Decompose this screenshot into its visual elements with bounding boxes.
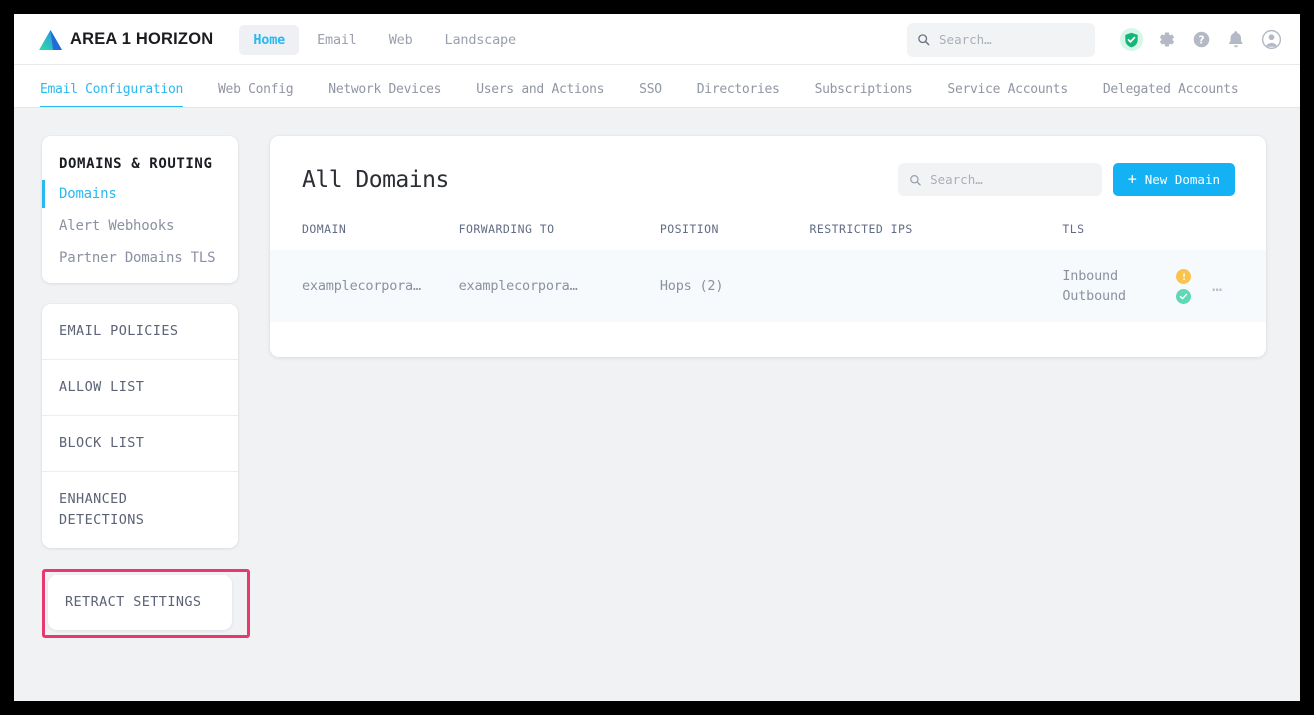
brand-name: AREA 1 HORIZON: [70, 30, 213, 49]
global-search[interactable]: [907, 23, 1095, 57]
search-icon: [909, 173, 921, 187]
forwarding-to-value: examplecorpora…: [459, 278, 619, 294]
column-header-actions: [1204, 214, 1266, 250]
help-icon: ?: [1192, 30, 1211, 49]
sidebar-item-email-policies[interactable]: EMAIL POLICIES: [42, 304, 238, 359]
column-header-domain[interactable]: DOMAIN: [270, 214, 451, 250]
domains-search[interactable]: [898, 163, 1102, 196]
check-status-icon: [1176, 289, 1191, 304]
gear-icon: [1157, 30, 1176, 49]
tab-sso[interactable]: SSO: [639, 82, 662, 108]
page-body: DOMAINS & ROUTING Domains Alert Webhooks…: [14, 108, 1300, 701]
tab-network-devices[interactable]: Network Devices: [328, 82, 441, 108]
sidebar-card-retract: RETRACT SETTINGS: [48, 575, 232, 630]
topbar-actions: ?: [907, 23, 1284, 57]
cell-row-actions: …: [1204, 250, 1266, 322]
sidebar-item-block-list[interactable]: BLOCK LIST: [42, 415, 238, 471]
sidebar-section-title-domains-routing: DOMAINS & ROUTING: [42, 136, 238, 178]
column-header-restricted-ips[interactable]: RESTRICTED IPS: [802, 214, 1055, 250]
tab-delegated-accounts[interactable]: Delegated Accounts: [1103, 82, 1238, 108]
tls-outbound-row: Outbound: [1062, 288, 1196, 304]
sidebar: DOMAINS & ROUTING Domains Alert Webhooks…: [42, 136, 238, 636]
panel-header-actions: + New Domain: [898, 163, 1235, 196]
tls-status-group: Inbound Outbound: [1062, 268, 1196, 304]
tab-users-and-actions[interactable]: Users and Actions: [476, 82, 604, 108]
panel-header: All Domains + New Domain: [270, 136, 1266, 214]
plus-icon: +: [1128, 172, 1137, 187]
domains-search-input[interactable]: [930, 172, 1091, 187]
sidebar-item-alert-webhooks[interactable]: Alert Webhooks: [42, 210, 238, 242]
column-header-forwarding-to[interactable]: FORWARDING TO: [451, 214, 652, 250]
sidebar-item-retract-settings[interactable]: RETRACT SETTINGS: [48, 575, 232, 630]
domains-table: DOMAIN FORWARDING TO POSITION RESTRICTED…: [270, 214, 1266, 322]
cell-tls: Inbound Outbound: [1054, 250, 1204, 322]
page-title: All Domains: [302, 167, 449, 193]
settings-button[interactable]: [1153, 27, 1179, 53]
account-button[interactable]: [1258, 27, 1284, 53]
tls-inbound-row: Inbound: [1062, 268, 1196, 284]
primary-nav: Home Email Web Landscape: [239, 25, 530, 55]
sidebar-item-domains[interactable]: Domains: [42, 178, 238, 210]
tab-directories[interactable]: Directories: [697, 82, 780, 108]
sidebar-card-policies: EMAIL POLICIES ALLOW LIST BLOCK LIST ENH…: [42, 304, 238, 548]
sidebar-item-enhanced-detections[interactable]: ENHANCED DETECTIONS: [42, 471, 238, 548]
tab-email-configuration[interactable]: Email Configuration: [40, 82, 183, 108]
tls-inbound-label: Inbound: [1062, 268, 1132, 284]
sidebar-item-allow-list[interactable]: ALLOW LIST: [42, 359, 238, 415]
tab-subscriptions[interactable]: Subscriptions: [815, 82, 913, 108]
svg-text:?: ?: [1198, 34, 1204, 46]
cell-forwarding-to: examplecorpora…: [451, 250, 652, 322]
bell-icon: [1227, 30, 1245, 49]
sidebar-card-domains-routing: DOMAINS & ROUTING Domains Alert Webhooks…: [42, 136, 238, 283]
nav-item-web[interactable]: Web: [375, 25, 427, 55]
global-search-input[interactable]: [939, 32, 1085, 47]
sidebar-card-retract-wrapper: RETRACT SETTINGS: [42, 569, 238, 636]
shield-check-button[interactable]: [1118, 27, 1144, 53]
account-icon: [1261, 29, 1282, 50]
area1-triangle-icon: [38, 29, 63, 51]
cell-domain: examplecorpora…: [270, 250, 451, 322]
tls-outbound-label: Outbound: [1062, 288, 1132, 304]
brand-logo[interactable]: AREA 1 HORIZON: [38, 29, 213, 51]
app-window: AREA 1 HORIZON Home Email Web Landscape: [14, 14, 1300, 701]
nav-item-email[interactable]: Email: [303, 25, 371, 55]
row-overflow-menu-icon[interactable]: …: [1212, 276, 1224, 296]
search-icon: [917, 32, 930, 47]
help-button[interactable]: ?: [1188, 27, 1214, 53]
sidebar-item-partner-domains-tls[interactable]: Partner Domains TLS: [42, 242, 238, 283]
nav-item-landscape[interactable]: Landscape: [431, 25, 530, 55]
notifications-button[interactable]: [1223, 27, 1249, 53]
cell-position: Hops (2): [652, 250, 802, 322]
nav-item-home[interactable]: Home: [239, 25, 299, 55]
cell-restricted-ips: [802, 250, 1055, 322]
top-navigation-bar: AREA 1 HORIZON Home Email Web Landscape: [14, 14, 1300, 65]
domains-table-head: DOMAIN FORWARDING TO POSITION RESTRICTED…: [270, 214, 1266, 250]
secondary-nav: Email Configuration Web Config Network D…: [14, 65, 1300, 108]
column-header-tls[interactable]: TLS: [1054, 214, 1204, 250]
domains-table-body: examplecorpora… examplecorpora… Hops (2)…: [270, 250, 1266, 322]
warning-status-icon: [1176, 269, 1191, 284]
tab-service-accounts[interactable]: Service Accounts: [947, 82, 1067, 108]
shield-check-icon: [1120, 28, 1143, 51]
table-row[interactable]: examplecorpora… examplecorpora… Hops (2)…: [270, 250, 1266, 322]
domain-value: examplecorpora…: [302, 278, 443, 294]
column-header-position[interactable]: POSITION: [652, 214, 802, 250]
all-domains-panel: All Domains + New Domain: [270, 136, 1266, 357]
table-header-row: DOMAIN FORWARDING TO POSITION RESTRICTED…: [270, 214, 1266, 250]
new-domain-button[interactable]: + New Domain: [1113, 163, 1235, 196]
new-domain-button-label: New Domain: [1145, 172, 1220, 187]
tab-web-config[interactable]: Web Config: [218, 82, 293, 108]
